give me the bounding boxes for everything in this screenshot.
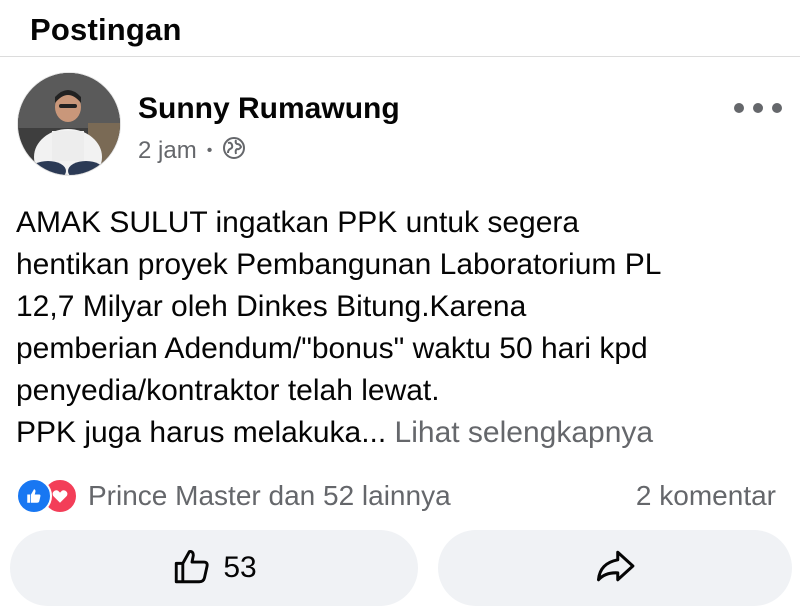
thumbs-up-icon <box>171 545 213 592</box>
reactions-summary[interactable]: Prince Master dan 52 lainnya <box>16 476 451 516</box>
share-button[interactable] <box>438 530 792 606</box>
see-more-link[interactable]: Lihat selengkapnya <box>395 416 654 449</box>
page-header: Postingan <box>0 0 800 57</box>
post-body: AMAK SULUT ingatkan PPK untuk segera hen… <box>16 206 662 449</box>
post-text: AMAK SULUT ingatkan PPK untuk segera hen… <box>16 202 786 454</box>
page-title: Postingan <box>30 12 182 47</box>
comments-count[interactable]: 2 komentar <box>636 476 776 516</box>
author-name[interactable]: Sunny Rumawung <box>138 92 400 126</box>
like-button[interactable]: 53 <box>10 530 418 606</box>
meta-separator: • <box>206 142 213 159</box>
globe-icon <box>222 136 246 167</box>
reaction-icons <box>16 478 80 514</box>
reactions-text: Prince Master dan 52 lainnya <box>88 480 451 511</box>
avatar[interactable] <box>17 72 121 176</box>
like-count: 53 <box>223 551 257 584</box>
more-options-icon[interactable] <box>734 96 782 120</box>
profile-photo <box>18 73 120 175</box>
post-meta: 2 jam • <box>138 136 246 166</box>
share-arrow-icon <box>593 544 637 593</box>
post-time[interactable]: 2 jam <box>138 137 197 165</box>
like-reaction-icon <box>16 478 52 514</box>
